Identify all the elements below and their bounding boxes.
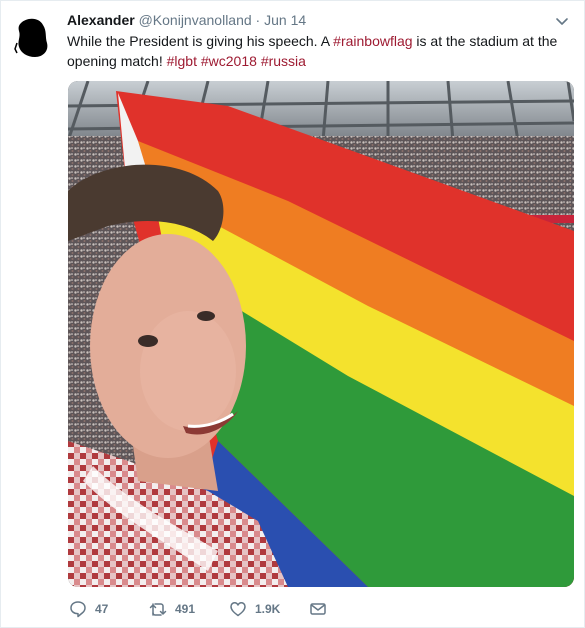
tweet-text-segment: While the President is giving his speech… [67, 33, 334, 49]
hashtag-link[interactable]: #russia [261, 53, 306, 69]
heart-icon [230, 602, 246, 617]
retweet-count: 491 [175, 602, 196, 616]
hashtag-link[interactable]: #wc2018 [201, 53, 257, 69]
avatar[interactable] [9, 13, 57, 61]
reply-button[interactable]: 47 [69, 599, 108, 619]
photo-image [68, 81, 574, 587]
hashtag-link[interactable]: #lgbt [167, 53, 197, 69]
envelope-icon [310, 603, 326, 615]
tweet-actions: 47 491 1.9K [69, 599, 469, 619]
tweet-header: Alexander @Konijnvanolland · Jun 14 [67, 11, 544, 29]
avatar-silhouette-icon [9, 13, 57, 61]
author-handle[interactable]: @Konijnvanolland [139, 12, 252, 28]
reply-count: 47 [95, 602, 109, 616]
retweet-icon [149, 603, 167, 616]
hashtag-link[interactable]: #rainbowflag [333, 33, 412, 49]
reply-icon [70, 601, 86, 618]
retweet-button[interactable]: 491 [149, 599, 195, 619]
header-separator: · [251, 12, 265, 28]
direct-message-button[interactable] [309, 599, 327, 619]
tweet-date[interactable]: Jun 14 [264, 12, 306, 28]
like-count: 1.9K [255, 602, 281, 616]
author-name[interactable]: Alexander [67, 12, 135, 28]
chevron-down-icon[interactable] [554, 13, 570, 29]
tweet-photo[interactable] [68, 81, 574, 587]
tweet-text: While the President is giving his speech… [67, 31, 573, 71]
like-button[interactable]: 1.9K [229, 599, 280, 619]
tweet-card: Alexander @Konijnvanolland · Jun 14 Whil… [0, 0, 585, 628]
